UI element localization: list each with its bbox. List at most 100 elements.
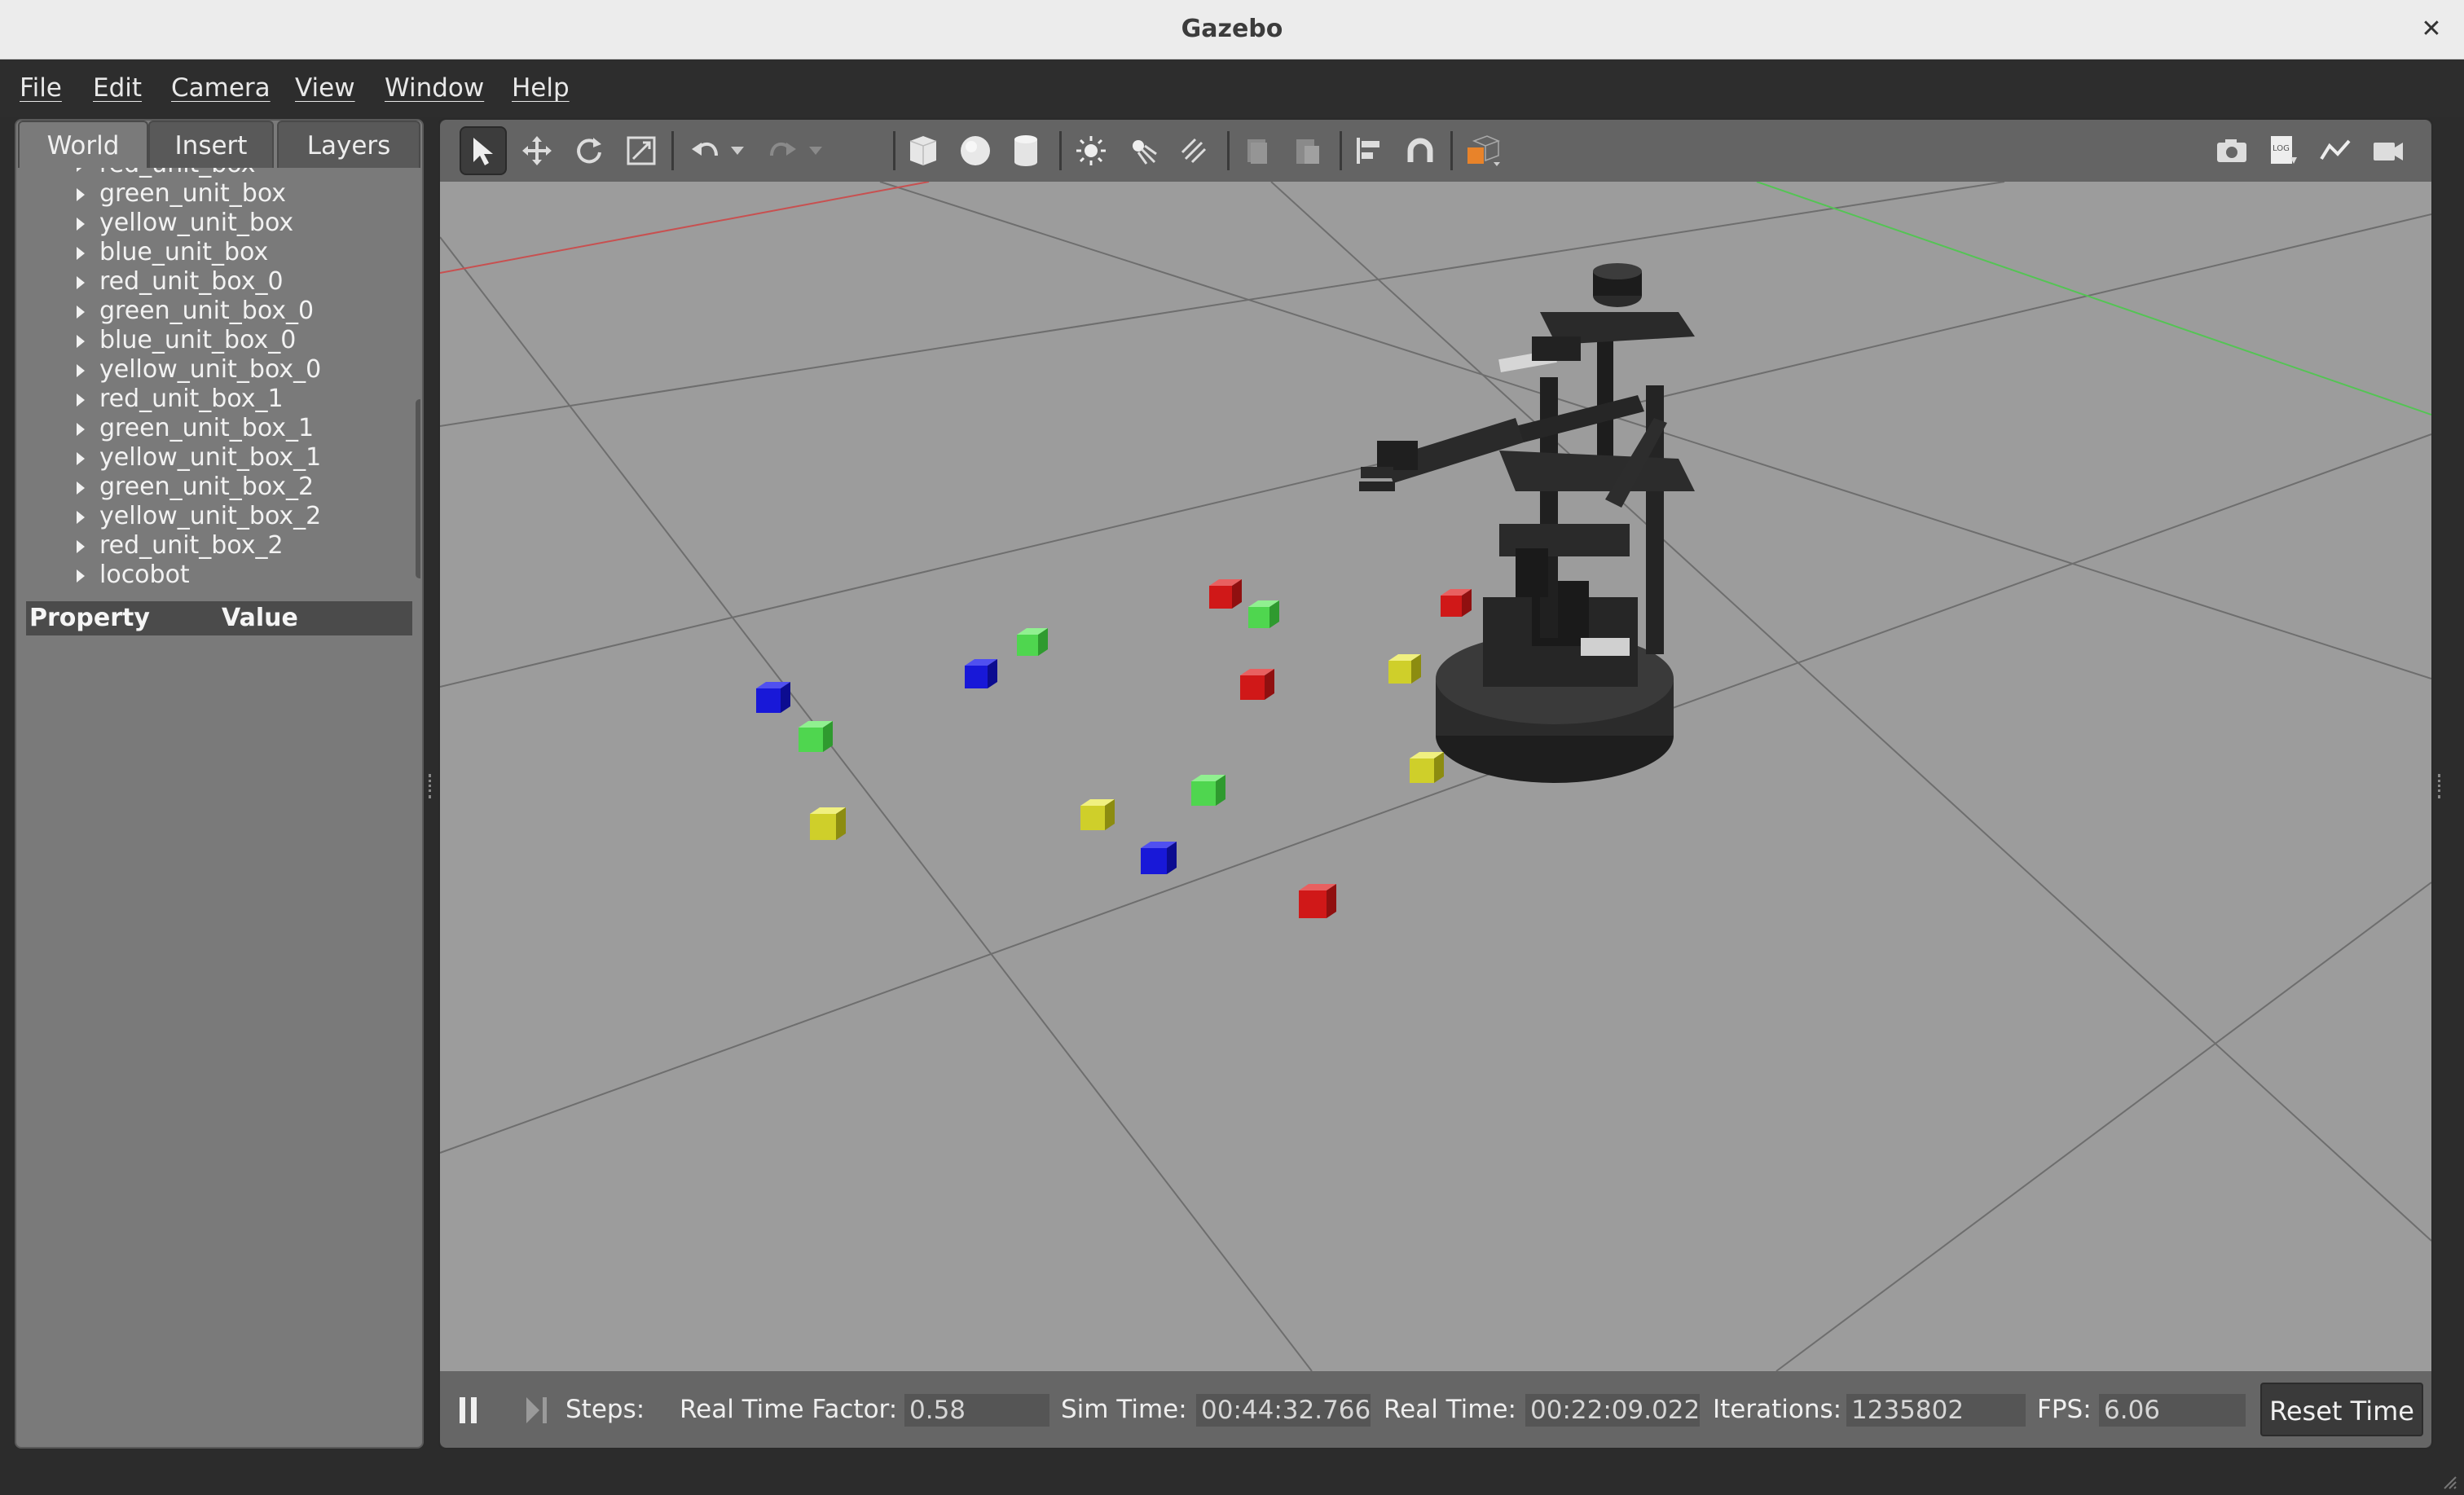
close-icon[interactable]: ✕	[2415, 13, 2448, 46]
tree-item[interactable]: red_unit_box_2	[18, 531, 284, 561]
menu-edit[interactable]: Edit	[93, 59, 142, 117]
tree-item[interactable]: red_unit_box_0	[18, 267, 284, 297]
toolbar-separator	[1450, 131, 1453, 170]
paste-icon[interactable]	[1284, 126, 1331, 175]
spot-light-icon[interactable]	[1120, 126, 1167, 175]
undo-icon[interactable]	[681, 126, 728, 175]
tree-item[interactable]: blue_unit_box_0	[18, 326, 296, 355]
menu-file[interactable]: File	[20, 59, 62, 117]
fps-label: FPS:	[2037, 1395, 2092, 1424]
scene-render	[440, 182, 2431, 1371]
blue-unit-box[interactable]	[965, 659, 997, 688]
red-unit-box[interactable]	[1441, 589, 1472, 617]
rtf-value: 0.58	[904, 1394, 1049, 1427]
menu-help[interactable]: Help	[512, 59, 570, 117]
property-table-header: Property Value	[26, 601, 412, 635]
red-unit-box[interactable]	[1299, 884, 1336, 918]
redo-icon[interactable]	[759, 126, 807, 175]
toolbar-separator	[1059, 131, 1062, 170]
undo-dropdown-icon[interactable]	[725, 126, 750, 175]
red-unit-box[interactable]	[1240, 669, 1274, 700]
expand-arrow-icon[interactable]	[77, 569, 85, 583]
green-unit-box[interactable]	[1017, 628, 1048, 656]
tree-item[interactable]: blue_unit_box	[18, 238, 268, 267]
box-shape-icon[interactable]	[900, 126, 947, 175]
expand-arrow-icon[interactable]	[77, 393, 85, 407]
expand-arrow-icon[interactable]	[77, 246, 85, 260]
yellow-unit-box[interactable]	[1388, 654, 1421, 684]
yellow-unit-box[interactable]	[1410, 752, 1444, 783]
toolbar-separator	[893, 131, 895, 170]
select-arrow-icon[interactable]	[460, 126, 507, 175]
window-title: Gazebo	[1181, 15, 1283, 43]
view-angle-icon[interactable]	[1459, 126, 1506, 175]
expand-arrow-icon[interactable]	[77, 305, 85, 319]
reset-time-button[interactable]: Reset Time	[2260, 1383, 2423, 1436]
tree-item[interactable]: locobot	[18, 561, 190, 590]
tree-item[interactable]: red_unit_box	[18, 168, 256, 179]
align-icon[interactable]	[1346, 126, 1393, 175]
tree-item[interactable]: red_unit_box_1	[18, 385, 284, 414]
green-unit-box[interactable]	[1248, 600, 1279, 628]
expand-arrow-icon[interactable]	[77, 363, 85, 377]
menu-view[interactable]: View	[295, 59, 355, 117]
point-light-icon[interactable]	[1067, 126, 1115, 175]
scene-viewport[interactable]	[440, 182, 2431, 1371]
yellow-unit-box[interactable]	[810, 807, 846, 840]
video-record-icon[interactable]	[2365, 126, 2412, 175]
iterations-label: Iterations:	[1713, 1395, 1842, 1424]
expand-arrow-icon[interactable]	[77, 275, 85, 289]
resize-grip-icon[interactable]	[2440, 1472, 2457, 1490]
tree-item[interactable]: green_unit_box_0	[18, 297, 314, 326]
expand-arrow-icon[interactable]	[77, 422, 85, 436]
expand-arrow-icon[interactable]	[77, 510, 85, 524]
expand-arrow-icon[interactable]	[77, 481, 85, 495]
left-splitter-handle[interactable]	[429, 774, 434, 798]
property-column-header[interactable]: Property	[29, 601, 150, 635]
redo-dropdown-icon[interactable]	[803, 126, 828, 175]
tree-item[interactable]: yellow_unit_box_2	[18, 502, 321, 531]
tree-item[interactable]: yellow_unit_box	[18, 209, 293, 238]
iterations-value: 1235802	[1846, 1394, 2026, 1427]
red-unit-box[interactable]	[1209, 579, 1242, 609]
expand-arrow-icon[interactable]	[77, 334, 85, 348]
tree-item[interactable]: green_unit_box	[18, 179, 286, 209]
expand-arrow-icon[interactable]	[77, 217, 85, 231]
green-unit-box[interactable]	[1191, 775, 1225, 806]
blue-unit-box[interactable]	[1141, 842, 1177, 874]
copy-icon[interactable]	[1234, 126, 1281, 175]
rotate-icon[interactable]	[565, 126, 613, 175]
tab-world[interactable]: World	[18, 121, 148, 168]
snap-magnet-icon[interactable]	[1397, 126, 1444, 175]
green-unit-box[interactable]	[799, 721, 833, 752]
tree-item[interactable]: green_unit_box_1	[18, 414, 314, 443]
tree-item[interactable]: yellow_unit_box_0	[18, 355, 321, 385]
expand-arrow-icon[interactable]	[77, 539, 85, 553]
menu-window[interactable]: Window	[385, 59, 484, 117]
tree-scrollbar[interactable]	[416, 399, 420, 578]
screenshot-camera-icon[interactable]	[2208, 126, 2255, 175]
real-time-label: Real Time:	[1384, 1395, 1516, 1424]
cylinder-shape-icon[interactable]	[1002, 126, 1049, 175]
menu-camera[interactable]: Camera	[171, 59, 271, 117]
translate-icon[interactable]	[513, 126, 561, 175]
expand-arrow-icon[interactable]	[77, 168, 85, 172]
tab-layers[interactable]: Layers	[277, 121, 420, 168]
log-icon[interactable]: LOG	[2260, 126, 2308, 175]
value-column-header[interactable]: Value	[222, 601, 298, 635]
tree-item[interactable]: yellow_unit_box_1	[18, 443, 321, 473]
toolbar-separator	[1227, 131, 1230, 170]
right-splitter-handle[interactable]	[2438, 774, 2444, 798]
plot-icon[interactable]	[2312, 126, 2360, 175]
sphere-shape-icon[interactable]	[952, 126, 999, 175]
yellow-unit-box[interactable]	[1080, 799, 1115, 830]
tree-item[interactable]: green_unit_box_2	[18, 473, 314, 502]
expand-arrow-icon[interactable]	[77, 451, 85, 465]
blue-unit-box[interactable]	[756, 682, 790, 713]
scale-icon[interactable]	[618, 126, 665, 175]
step-icon[interactable]	[523, 1396, 551, 1425]
tab-insert[interactable]: Insert	[148, 121, 274, 168]
directional-light-icon[interactable]	[1170, 126, 1217, 175]
expand-arrow-icon[interactable]	[77, 187, 85, 201]
pause-icon[interactable]	[455, 1396, 482, 1425]
